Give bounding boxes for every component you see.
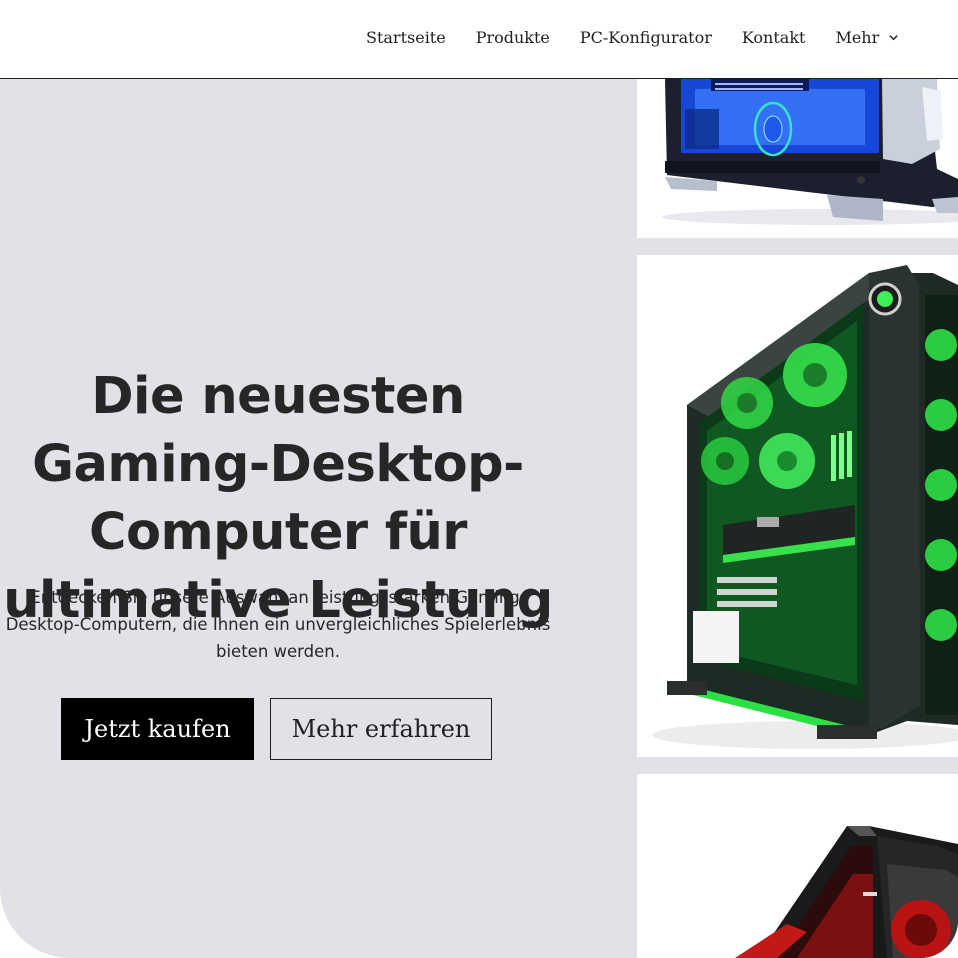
gaming-pc-red-image xyxy=(637,774,958,958)
nav-item-produkte[interactable]: Produkte xyxy=(476,28,550,47)
hero-content: Die neuesten Gaming-Desktop-Computer für… xyxy=(0,79,556,958)
nav-item-pc-konfigurator[interactable]: PC-Konfigurator xyxy=(580,28,712,47)
gaming-pc-blue-image xyxy=(637,79,958,238)
learn-more-button[interactable]: Mehr erfahren xyxy=(270,698,492,760)
main-nav: Startseite Produkte PC-Konfigurator Kont… xyxy=(366,28,899,47)
nav-item-mehr-label: Mehr xyxy=(835,28,880,47)
hero-section: Die neuesten Gaming-Desktop-Computer für… xyxy=(0,79,958,958)
site-header: Startseite Produkte PC-Konfigurator Kont… xyxy=(0,0,958,79)
nav-item-startseite[interactable]: Startseite xyxy=(366,28,446,47)
chevron-down-icon xyxy=(889,35,898,41)
hero-subtitle: Entdecken Sie unsere Auswahl an leistung… xyxy=(5,588,551,661)
nav-item-kontakt[interactable]: Kontakt xyxy=(742,28,806,47)
nav-item-mehr[interactable]: Mehr xyxy=(835,28,899,47)
gaming-pc-green-image xyxy=(637,255,958,757)
buy-now-button[interactable]: Jetzt kaufen xyxy=(61,698,254,760)
